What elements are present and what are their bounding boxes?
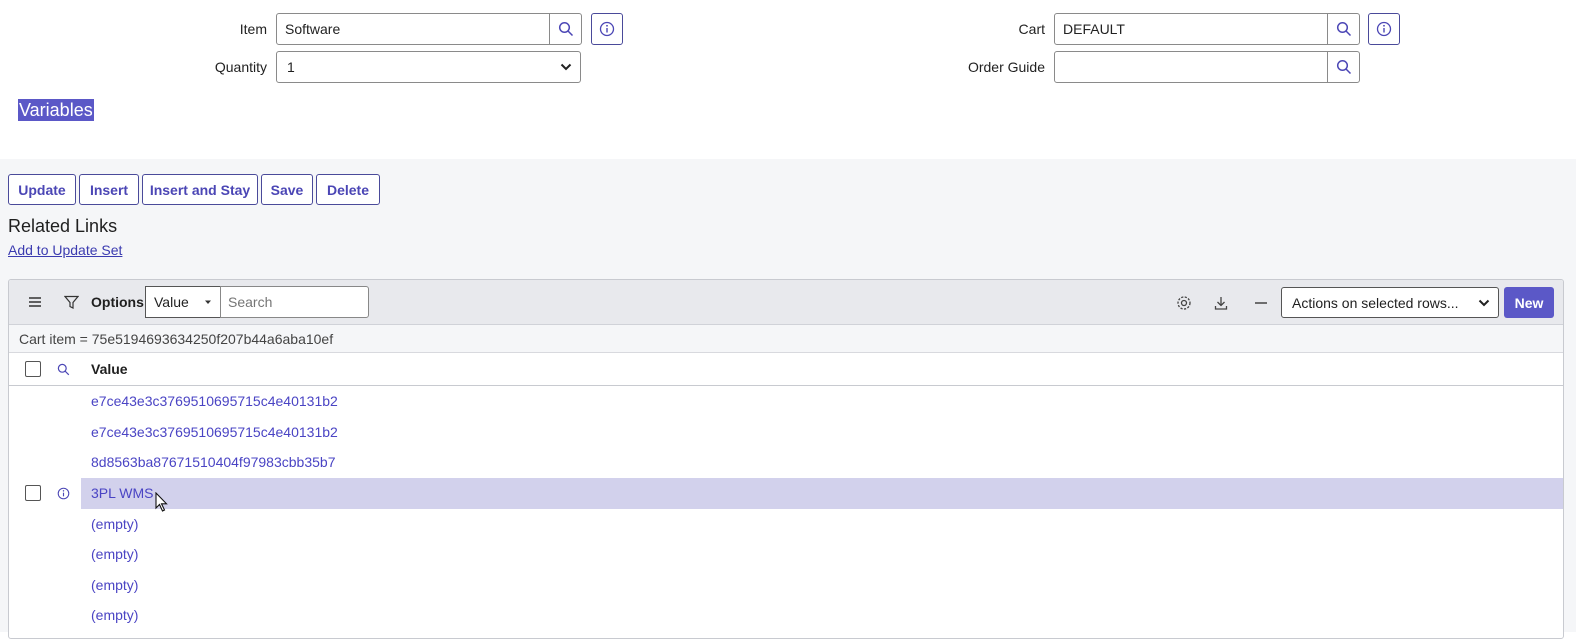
quantity-select[interactable]: 1 <box>276 51 581 83</box>
info-icon[interactable] <box>55 485 71 501</box>
new-button[interactable]: New <box>1504 287 1554 318</box>
select-all-checkbox[interactable] <box>25 361 41 377</box>
variables-heading: Variables <box>18 99 94 121</box>
form-area: Item Software Quantity 1 Cart DEFAULT Or… <box>0 0 1576 160</box>
item-label: Item <box>239 21 267 37</box>
row-value[interactable]: e7ce43e3c3769510695715c4e40131b2 <box>91 424 338 440</box>
row-checkbox[interactable] <box>25 485 41 501</box>
table-row: 8d8563ba87671510404f97983cbb35b7 <box>9 447 1563 478</box>
row-value[interactable]: 3PL WMS <box>91 485 154 501</box>
cart-info-button[interactable] <box>1368 13 1400 45</box>
item-info-button[interactable] <box>591 13 623 45</box>
item-lookup-button[interactable] <box>549 14 581 44</box>
cart-value[interactable]: DEFAULT <box>1055 21 1327 37</box>
item-value[interactable]: Software <box>277 21 549 37</box>
list-header: Options Value Actions on selected rows..… <box>9 280 1563 325</box>
filter-icon[interactable] <box>62 293 80 311</box>
table-row-highlighted: 3PL WMS <box>9 478 1563 512</box>
delete-button[interactable]: Delete <box>316 174 380 205</box>
search-icon <box>1336 21 1351 37</box>
related-links-title: Related Links <box>8 216 118 236</box>
options-label: Options <box>91 294 144 310</box>
search-icon <box>1336 59 1351 75</box>
insert-and-stay-button[interactable]: Insert and Stay <box>142 174 258 205</box>
order-guide-lookup-button[interactable] <box>1327 52 1359 82</box>
row-value[interactable]: (empty) <box>91 577 138 593</box>
insert-button[interactable]: Insert <box>79 174 139 205</box>
row-value[interactable]: 8d8563ba87671510404f97983cbb35b7 <box>91 454 335 470</box>
row-value[interactable]: (empty) <box>91 546 138 562</box>
save-button[interactable]: Save <box>261 174 313 205</box>
search-icon <box>558 21 573 37</box>
table-row: (empty) <box>9 539 1563 570</box>
row-value[interactable]: (empty) <box>91 516 138 532</box>
collapse-icon[interactable] <box>1251 293 1271 313</box>
info-icon <box>1376 21 1392 37</box>
quantity-label: Quantity <box>214 59 267 75</box>
table-row: (empty) <box>9 570 1563 601</box>
download-icon[interactable] <box>1211 293 1231 313</box>
hamburger-menu-icon[interactable] <box>25 294 45 310</box>
cart-label: Cart <box>1018 21 1045 37</box>
actions-select-value: Actions on selected rows... <box>1292 294 1459 311</box>
related-list: Options Value Actions on selected rows..… <box>8 279 1564 639</box>
row-value[interactable]: (empty) <box>91 607 138 623</box>
chevron-down-icon <box>1478 299 1490 306</box>
add-to-update-set-link[interactable]: Add to Update Set <box>8 242 122 258</box>
search-field-select[interactable]: Value <box>145 286 221 318</box>
update-button[interactable]: Update <box>8 174 76 205</box>
actions-on-selected-select[interactable]: Actions on selected rows... <box>1281 287 1499 318</box>
quantity-value: 1 <box>287 59 295 75</box>
row-value[interactable]: e7ce43e3c3769510695715c4e40131b2 <box>91 393 338 409</box>
caret-down-icon <box>205 300 211 304</box>
table-row: (empty) <box>9 600 1563 631</box>
column-value-header[interactable]: Value <box>91 361 128 377</box>
info-icon <box>599 21 615 37</box>
gear-icon[interactable] <box>1174 293 1194 313</box>
item-field[interactable]: Software <box>276 13 582 45</box>
chevron-down-icon <box>560 63 572 71</box>
breadcrumb[interactable]: Cart item = 75e5194693634250f207b44a6aba… <box>9 325 1563 353</box>
search-field-value: Value <box>154 294 189 310</box>
table-row: e7ce43e3c3769510695715c4e40131b2 <box>9 386 1563 417</box>
order-guide-field[interactable] <box>1054 51 1360 83</box>
column-header-row: Value <box>9 353 1563 386</box>
table-row: (empty) <box>9 509 1563 540</box>
search-icon[interactable] <box>55 361 71 377</box>
search-input[interactable] <box>220 286 369 318</box>
cart-lookup-button[interactable] <box>1327 14 1359 44</box>
table-row: e7ce43e3c3769510695715c4e40131b2 <box>9 417 1563 448</box>
cart-field[interactable]: DEFAULT <box>1054 13 1360 45</box>
order-guide-label: Order Guide <box>967 59 1045 75</box>
